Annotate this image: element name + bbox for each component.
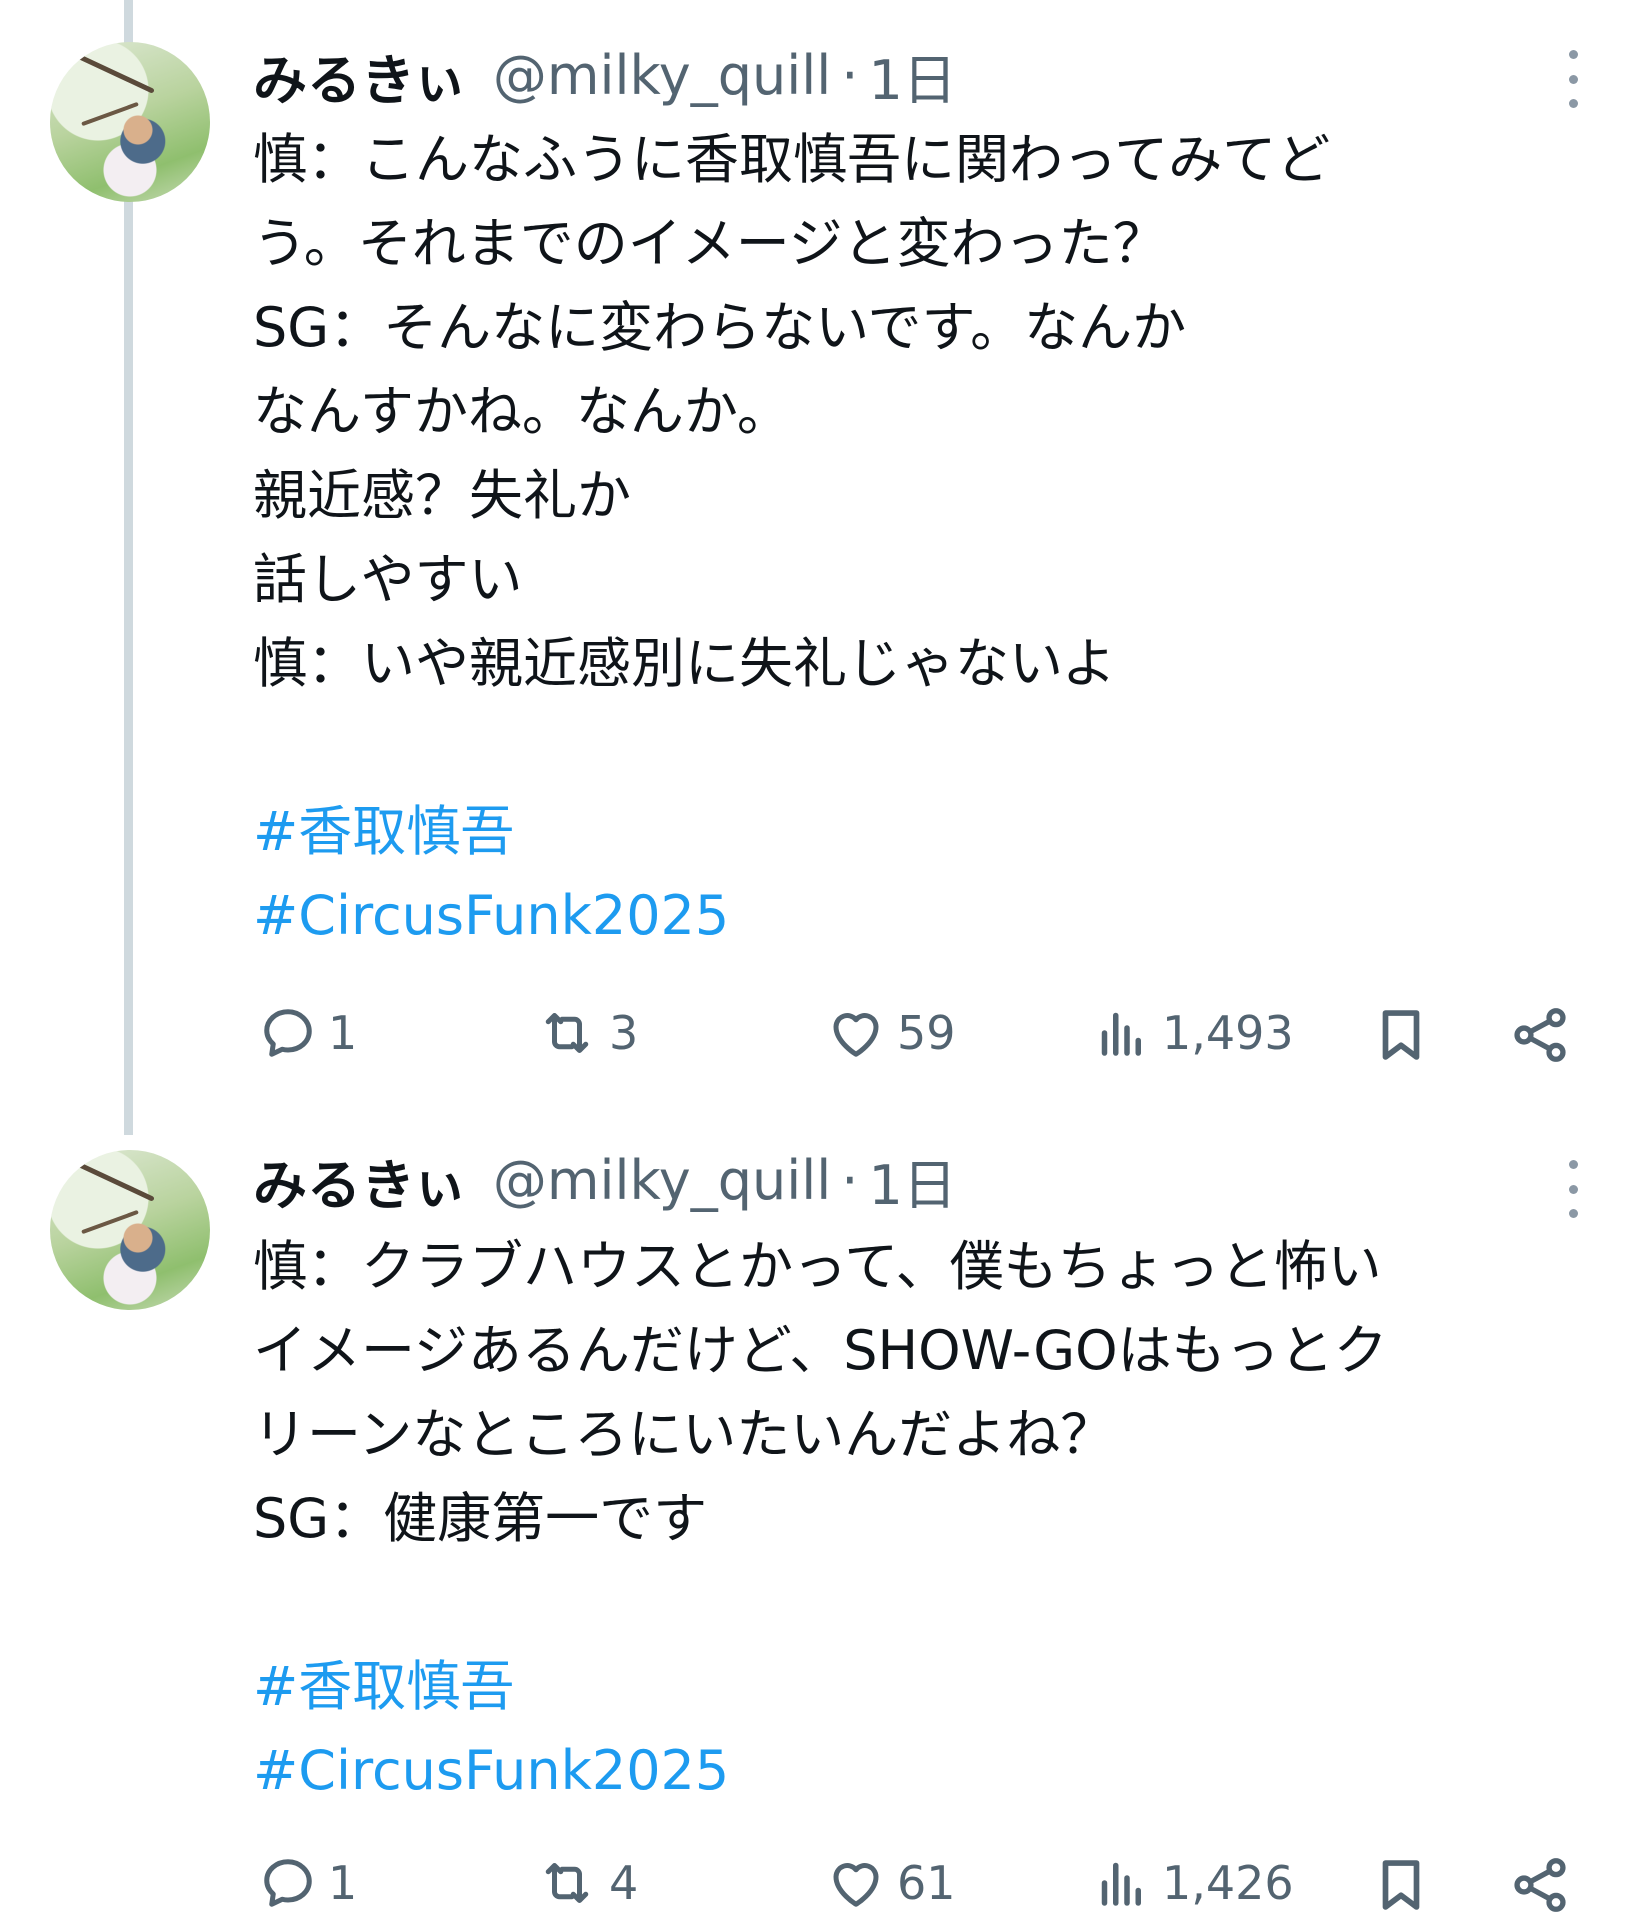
reply-button[interactable]: 1	[258, 1003, 357, 1063]
hashtag-link[interactable]: #CircusFunk2025	[253, 1729, 1623, 1813]
views-count: 1,493	[1162, 1006, 1294, 1060]
tweet-text: 慎：こんなふうに香取慎吾に関わってみてど う。それまでのイメージと変わった？ S…	[253, 118, 1623, 958]
share-icon	[1514, 1008, 1566, 1062]
avatar[interactable]	[50, 1150, 210, 1310]
more-vertical-icon	[1568, 50, 1578, 59]
share-button[interactable]	[1508, 1853, 1572, 1917]
more-options-button[interactable]	[1563, 1160, 1583, 1218]
retweet-button[interactable]: 4	[535, 1853, 638, 1913]
bookmark-icon	[1382, 1010, 1420, 1060]
views-button[interactable]: 1,493	[1092, 1003, 1294, 1063]
reply-count: 1	[328, 1006, 358, 1060]
user-handle[interactable]: @milky_quill	[493, 1149, 831, 1212]
tweet-text-line: う。それまでのイメージと変わった？	[253, 212, 1167, 275]
like-count: 61	[897, 1856, 956, 1910]
views-button[interactable]: 1,426	[1092, 1853, 1294, 1913]
heart-icon	[833, 1013, 879, 1057]
tweet-action-bar: 1 3 59 1,493	[0, 1003, 1645, 1073]
tweet-header: みるきぃ @milky_quill · 1日	[253, 40, 957, 112]
reply-icon	[264, 1009, 312, 1057]
reply-count: 1	[328, 1856, 358, 1910]
separator-dot: ·	[841, 43, 859, 107]
display-name[interactable]: みるきぃ	[253, 36, 467, 115]
heart-icon	[833, 1863, 879, 1907]
reply-button[interactable]: 1	[258, 1853, 357, 1913]
retweet-count: 3	[609, 1006, 639, 1060]
retweet-icon	[545, 1013, 589, 1053]
tweet-action-bar: 1 4 61 1,426	[0, 1853, 1645, 1923]
like-button[interactable]: 61	[825, 1853, 956, 1913]
more-vertical-icon	[1568, 1160, 1578, 1169]
tweet-text-line: リーンなところにいたいんだよね？	[253, 1403, 1115, 1466]
separator-dot: ·	[841, 1148, 859, 1212]
tweet-text-line: イメージあるんだけど、SHOW-GOはもっとク	[253, 1319, 1388, 1382]
display-name[interactable]: みるきぃ	[253, 1141, 467, 1220]
timestamp[interactable]: 1日	[868, 1141, 956, 1220]
tweet-text-line: 慎：いや親近感別に失礼じゃないよ	[253, 632, 1116, 695]
tweet-text-line: 親近感？失礼か	[253, 464, 631, 527]
views-count: 1,426	[1162, 1856, 1294, 1910]
bookmark-icon	[1382, 1860, 1420, 1910]
like-count: 59	[897, 1006, 956, 1060]
tweet-text-line: SG：健康第一です	[253, 1487, 708, 1550]
retweet-icon	[545, 1863, 589, 1903]
hashtag-link[interactable]: #CircusFunk2025	[253, 874, 1623, 958]
share-icon	[1514, 1858, 1566, 1912]
bookmark-button[interactable]	[1370, 1003, 1432, 1067]
tweet-text-line: 話しやすい	[253, 548, 523, 611]
tweet-text: 慎：クラブハウスとかって、僕もちょっと怖い イメージあるんだけど、SHOW-GO…	[253, 1225, 1623, 1813]
bookmark-button[interactable]	[1370, 1853, 1432, 1917]
tweet-text-line: 慎：こんなふうに香取慎吾に関わってみてど	[253, 128, 1331, 191]
tweet-text-line: 慎：クラブハウスとかって、僕もちょっと怖い	[253, 1235, 1382, 1298]
timestamp[interactable]: 1日	[868, 36, 956, 115]
tweet-text-line: なんすかね。なんか。	[253, 380, 791, 443]
views-icon	[1101, 1862, 1141, 1906]
more-options-button[interactable]	[1563, 50, 1583, 108]
reply-icon	[264, 1859, 312, 1907]
tweet-header: みるきぃ @milky_quill · 1日	[253, 1145, 957, 1217]
retweet-button[interactable]: 3	[535, 1003, 638, 1063]
retweet-count: 4	[609, 1856, 639, 1910]
tweet-text-line: SG：そんなに変わらないです。なんか	[253, 296, 1187, 359]
hashtag-link[interactable]: #香取慎吾	[253, 1645, 1623, 1729]
like-button[interactable]: 59	[825, 1003, 956, 1063]
share-button[interactable]	[1508, 1003, 1572, 1067]
avatar[interactable]	[50, 42, 210, 202]
user-handle[interactable]: @milky_quill	[493, 44, 831, 107]
hashtag-link[interactable]: #香取慎吾	[253, 790, 1623, 874]
views-icon	[1101, 1012, 1141, 1056]
